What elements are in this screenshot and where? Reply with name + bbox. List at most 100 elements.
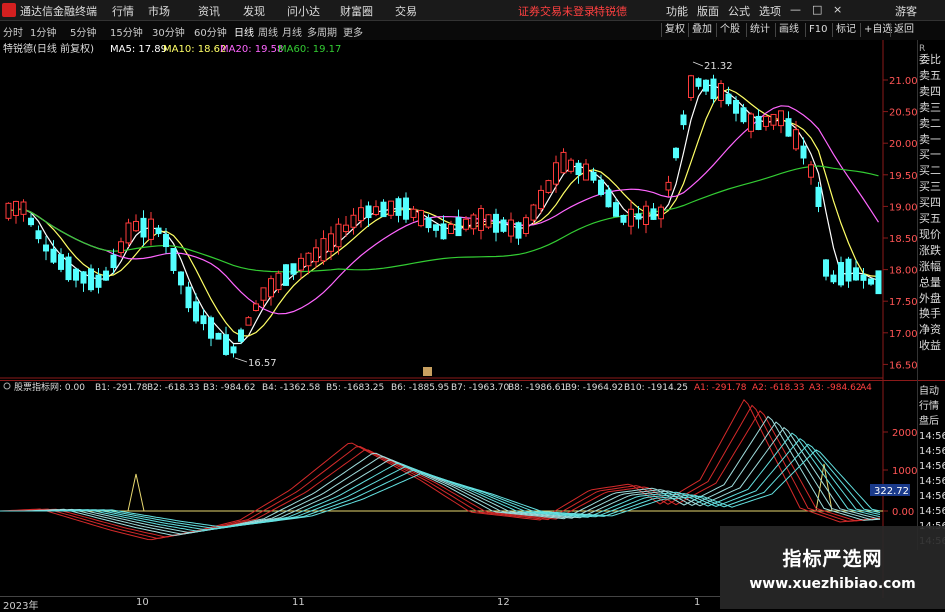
time-panel-item[interactable]: 14:56 [919, 504, 945, 519]
quote-panel-item[interactable]: 涨跌 [919, 243, 941, 258]
quote-panel-item[interactable]: 卖一 [919, 132, 941, 147]
candle-body [275, 272, 282, 291]
tab-30min[interactable]: 30分钟 [152, 24, 185, 39]
quote-panel-item[interactable]: 买二 [919, 163, 941, 178]
tab-intraday[interactable]: 分时 [3, 24, 23, 39]
time-panel-item[interactable]: 14:56 [919, 459, 945, 474]
quote-panel-item[interactable]: 收益 [919, 338, 941, 353]
candle-body [35, 230, 42, 240]
candle-body [253, 303, 259, 311]
candle-body [853, 267, 859, 281]
quote-panel-item[interactable]: 净资 [919, 322, 941, 337]
timeframe-toolbar: 分时 1分钟 5分钟 15分钟 30分钟 60分钟 日线 周线 月线 多周期 更… [0, 21, 945, 41]
restore-icon[interactable]: □ [812, 3, 822, 16]
candle-body [170, 247, 177, 271]
quote-panel-item[interactable]: 换手 [919, 306, 941, 321]
overlay-button[interactable]: 叠加 [688, 23, 715, 37]
ma5-label: MA5: 17.89 [110, 44, 167, 55]
candle-body [793, 129, 799, 150]
stock-button[interactable]: 个股 [716, 23, 743, 37]
candle-body [388, 200, 394, 216]
indicator-value: B8: -1986.61 [508, 383, 566, 393]
tab-1min[interactable]: 1分钟 [30, 24, 56, 39]
chart-title: 特锐德(日线 前复权) [3, 42, 94, 55]
tab-15min[interactable]: 15分钟 [110, 24, 143, 39]
time-axis: 2023年 10 11 12 1 [0, 596, 720, 612]
close-icon[interactable]: × [833, 3, 842, 16]
candle-body [628, 208, 634, 227]
price-tick-label: 17.50 [889, 297, 918, 308]
candle-body [238, 329, 244, 342]
menu-options[interactable]: 选项 [759, 3, 781, 19]
quote-panel-item[interactable]: 买四 [919, 195, 941, 210]
mark-button[interactable]: 标记 [832, 23, 859, 37]
menu-news[interactable]: 资讯 [198, 3, 220, 19]
time-panel-item[interactable]: 盘后 [919, 414, 939, 429]
menu-layout[interactable]: 版面 [697, 3, 719, 19]
quote-panel-item[interactable]: 总量 [919, 275, 941, 290]
menu-formula[interactable]: 公式 [728, 3, 750, 19]
time-panel-item[interactable]: 14:56 [919, 429, 945, 444]
quote-panel-item[interactable]: 买三 [919, 179, 941, 194]
candle-body [283, 264, 289, 286]
time-panel-item[interactable]: 14:56 [919, 444, 945, 459]
candle-body [673, 147, 679, 159]
menu-quotes[interactable]: 行情 [112, 3, 134, 19]
quote-panel-item[interactable]: 卖三 [919, 100, 941, 115]
candle-body [763, 115, 769, 127]
candle-body [770, 113, 777, 126]
menu-market[interactable]: 市场 [148, 3, 170, 19]
indicator-tick-label: 1000 [892, 466, 917, 477]
stats-button[interactable]: 统计 [746, 23, 773, 37]
candle-body [245, 317, 252, 326]
tab-60min[interactable]: 60分钟 [194, 24, 227, 39]
quote-panel-item[interactable]: 外盘 [919, 291, 941, 306]
quote-panel-item[interactable]: 买一 [919, 147, 941, 162]
minimize-icon[interactable]: — [790, 3, 801, 16]
menu-trade[interactable]: 交易 [395, 3, 417, 19]
quote-panel-item[interactable]: 买五 [919, 211, 941, 226]
candle-body [485, 214, 492, 228]
candle-body [58, 254, 64, 270]
info-marker-icon[interactable] [423, 367, 432, 376]
indicator-value: B2: -618.33 [147, 383, 200, 393]
menu-discover[interactable]: 发现 [243, 3, 265, 19]
tab-5min[interactable]: 5分钟 [70, 24, 96, 39]
f10-button[interactable]: F10 [805, 23, 830, 37]
candle-body [665, 181, 672, 191]
candle-body [208, 317, 214, 339]
price-tick-label: 20.50 [889, 108, 918, 119]
quote-panel-item[interactable]: 卖五 [919, 68, 941, 83]
candle-body [530, 204, 537, 221]
menu-wealth[interactable]: 财富圈 [340, 3, 373, 19]
tab-more[interactable]: 更多 [343, 24, 363, 39]
quote-panel-item[interactable]: 委比 [919, 52, 941, 67]
draw-button[interactable]: 画线 [775, 23, 802, 37]
time-panel-item[interactable]: 14:56 [919, 489, 945, 504]
quote-panel-item[interactable]: 涨幅 [919, 259, 941, 274]
quote-panel-item[interactable]: 卖二 [919, 116, 941, 131]
guest-label[interactable]: 游客 [895, 3, 917, 19]
candle-body [635, 213, 642, 220]
tab-multi-period[interactable]: 多周期 [307, 24, 337, 39]
time-panel-item[interactable]: 14:56 [919, 474, 945, 489]
time-panel-item[interactable]: 行情 [919, 399, 939, 414]
candle-body [215, 332, 222, 340]
tab-weekly[interactable]: 周线 [258, 24, 278, 39]
candle-body [118, 241, 124, 254]
tab-daily[interactable]: 日线 [234, 24, 254, 39]
candlestick-chart[interactable]: 21.00 20.50 20.00 19.50 19.00 18.50 18.00 17.50… [0, 40, 945, 380]
candle-body [568, 159, 574, 172]
back-button[interactable]: 返回 [890, 23, 917, 37]
indicator-red-value: A3: -984.62 [809, 383, 862, 393]
adjust-button[interactable]: 复权 [661, 23, 688, 37]
time-panel-item[interactable]: 自动 [919, 384, 939, 399]
candle-body [605, 189, 612, 208]
tab-monthly[interactable]: 月线 [282, 24, 302, 39]
menu-function[interactable]: 功能 [666, 3, 688, 19]
quote-panel-item[interactable]: 现价 [919, 227, 941, 242]
login-notice[interactable]: 证券交易未登录 [518, 3, 595, 19]
menu-ask[interactable]: 问小达 [287, 3, 320, 19]
quote-panel-item[interactable]: 卖四 [919, 84, 941, 99]
candle-body [583, 163, 589, 181]
